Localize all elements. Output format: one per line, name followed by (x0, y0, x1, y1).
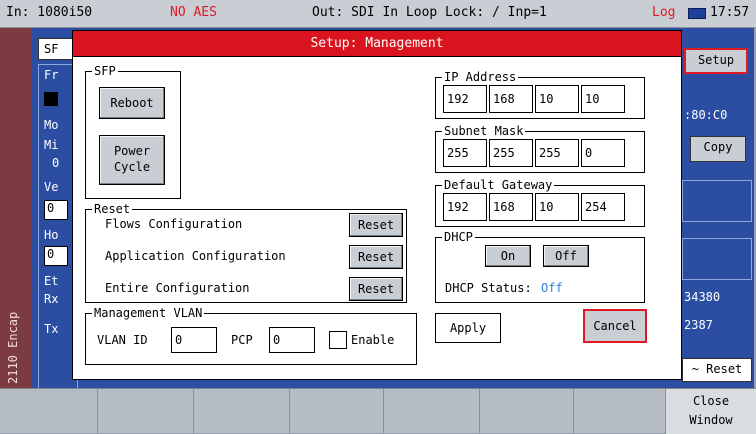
gateway-octet-2[interactable]: 168 (489, 193, 533, 221)
ip-octet-3[interactable]: 10 (535, 85, 579, 113)
status-bar: In: 1080i50 NO AES Out: SDI In Loop Lock… (0, 0, 756, 28)
copy-button[interactable]: Copy (690, 136, 746, 162)
gateway-octet-3[interactable]: 10 (535, 193, 579, 221)
background-box (682, 238, 752, 280)
reset-application-button[interactable]: Reset (349, 245, 403, 269)
reset-entire-button[interactable]: Reset (349, 277, 403, 301)
reset-entire-label: Entire Configuration (105, 281, 250, 295)
softkey-1[interactable] (0, 389, 98, 434)
ip-legend: IP Address (444, 70, 517, 84)
reboot-button[interactable]: Reboot (99, 87, 165, 119)
apply-button[interactable]: Apply (435, 313, 501, 343)
mask-octet-4[interactable]: 0 (581, 139, 625, 167)
softkey-5[interactable] (384, 389, 480, 434)
softkey-3[interactable] (194, 389, 290, 434)
ip-octet-4[interactable]: 10 (581, 85, 625, 113)
output-status: Out: SDI In Loop Lock: / Inp=1 (312, 5, 547, 20)
softkey-4[interactable] (290, 389, 384, 434)
counter-b: 2387 (684, 318, 713, 332)
side-tab-label: 2110 Encap (6, 311, 20, 384)
ip-octet-2[interactable]: 168 (489, 85, 533, 113)
pcp-input[interactable]: 0 (269, 327, 315, 353)
vlan-legend: Management VLAN (94, 306, 203, 320)
gateway-legend: Default Gateway (444, 178, 553, 192)
management-dialog: Setup: Management SFP Reboot Power Cycle … (72, 30, 682, 380)
mac-fragment: :80:C0 (684, 108, 728, 122)
alarm-text: NO AES (170, 5, 217, 20)
mask-octet-3[interactable]: 255 (535, 139, 579, 167)
reset-application-label: Application Configuration (105, 249, 286, 263)
setup-button[interactable]: Setup (684, 48, 748, 74)
input-format: In: 1080i50 (6, 5, 93, 20)
mask-octet-1[interactable]: 255 (443, 139, 487, 167)
power-cycle-button[interactable]: Power Cycle (99, 135, 165, 185)
ip-octet-1[interactable]: 192 (443, 85, 487, 113)
reset-flows-button[interactable]: Reset (349, 213, 403, 237)
dhcp-off-button[interactable]: Off (543, 245, 589, 267)
sfp-legend: SFP (94, 64, 116, 78)
softkey-6[interactable] (480, 389, 574, 434)
reset-button[interactable]: ~ Reset (682, 358, 752, 382)
dhcp-legend: DHCP (444, 230, 473, 244)
background-box (682, 180, 752, 222)
enable-label: Enable (351, 333, 395, 347)
reset-flows-label: Flows Configuration (105, 217, 243, 231)
vlan-id-input[interactable]: 0 (171, 327, 217, 353)
softkey-bar: Close Window (0, 388, 756, 434)
counter-a: 34380 (684, 290, 721, 304)
gateway-octet-4[interactable]: 254 (581, 193, 625, 221)
softkey-2[interactable] (98, 389, 194, 434)
close-window-softkey[interactable]: Close Window (666, 389, 756, 434)
dialog-title: Setup: Management (73, 31, 681, 57)
vlan-id-label: VLAN ID (97, 333, 148, 347)
dhcp-status-value: Off (541, 281, 563, 295)
dhcp-on-button[interactable]: On (485, 245, 531, 267)
clock: 17:57 (710, 5, 750, 20)
gateway-octet-1[interactable]: 192 (443, 193, 487, 221)
log-indicator: Log (652, 5, 676, 20)
battery-icon (688, 8, 706, 19)
checkbox-icon[interactable] (44, 92, 58, 106)
side-tab[interactable]: 2110 Encap (0, 28, 32, 388)
cancel-button[interactable]: Cancel (583, 309, 647, 343)
dhcp-status-label: DHCP Status: (445, 281, 532, 295)
mask-legend: Subnet Mask (444, 124, 524, 138)
softkey-7[interactable] (574, 389, 666, 434)
reset-legend: Reset (94, 202, 131, 216)
mask-octet-2[interactable]: 255 (489, 139, 533, 167)
pcp-label: PCP (231, 333, 253, 347)
enable-checkbox[interactable] (329, 331, 347, 349)
